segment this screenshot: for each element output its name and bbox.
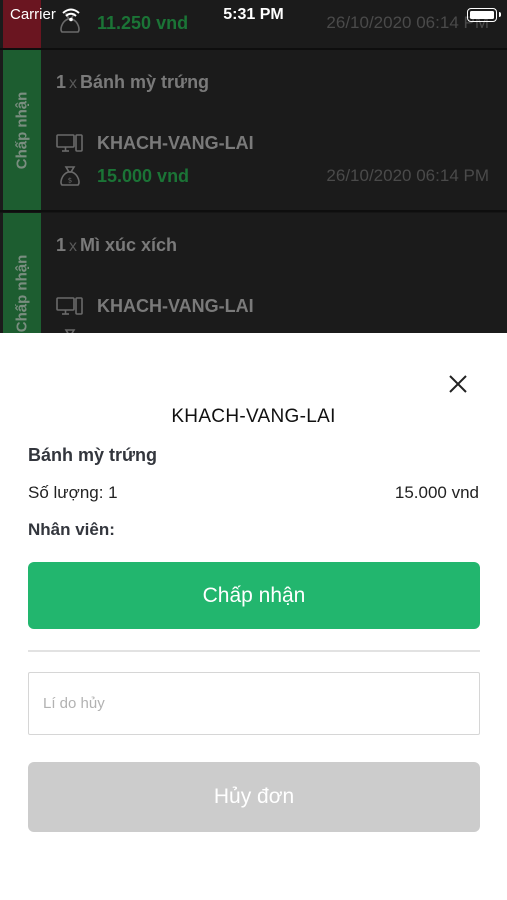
order-quantity: 1 bbox=[56, 235, 67, 255]
order-status-tag: Chấp nhận bbox=[3, 50, 41, 210]
computer-icon bbox=[56, 297, 83, 315]
order-item-line: 1 x Bánh mỳ trứng bbox=[56, 72, 209, 93]
svg-text:$: $ bbox=[68, 177, 72, 185]
order-item-name: Bánh mỳ trứng bbox=[80, 72, 210, 92]
price-value: 15.000 vnd bbox=[394, 483, 479, 502]
accept-button[interactable]: Chấp nhận bbox=[28, 562, 480, 629]
order-datetime: 26/10/2020 06:14 PM bbox=[326, 166, 489, 185]
order-list: 11.250 vnd 26/10/2020 06:14 PM Chấp nhận… bbox=[0, 0, 507, 333]
times-sign: x bbox=[69, 238, 78, 255]
staff-label: Nhân viên: bbox=[28, 520, 115, 539]
order-quantity: 1 bbox=[56, 72, 67, 92]
order-status-tag: Chấp nhận bbox=[3, 213, 41, 333]
customer-title: KHACH-VANG-LAI bbox=[171, 406, 336, 427]
computer-icon bbox=[56, 134, 83, 152]
cancel-reason-input[interactable] bbox=[28, 672, 480, 735]
order-item-name: Mì xúc xích bbox=[80, 235, 178, 255]
times-sign: x bbox=[69, 75, 78, 92]
order-item-line: 1 x Mì xúc xích bbox=[56, 235, 177, 256]
divider bbox=[28, 650, 480, 652]
quantity-label: Số lượng: 1 bbox=[28, 483, 118, 502]
battery-icon bbox=[467, 8, 501, 22]
close-icon[interactable] bbox=[444, 370, 472, 398]
cancel-order-button[interactable]: Hủy đơn bbox=[28, 762, 480, 832]
status-bar: Carrier 5:31 PM bbox=[0, 0, 507, 32]
order-customer: KHACH-VANG-LAI bbox=[97, 132, 254, 153]
order-price: 15.000 vnd bbox=[97, 165, 190, 186]
item-name: Bánh mỳ trứng bbox=[28, 445, 158, 465]
order-card[interactable]: Chấp nhận 1 x Mì xúc xích KHACH-VANG-LAI bbox=[0, 213, 507, 333]
order-detail-sheet: KHACH-VANG-LAI Bánh mỳ trứng Số lượng: 1… bbox=[0, 333, 507, 900]
order-customer: KHACH-VANG-LAI bbox=[97, 295, 254, 316]
clock: 5:31 PM bbox=[223, 6, 284, 23]
order-card[interactable]: Chấp nhận 1 x Bánh mỳ trứng KHACH-VANG-LAI… bbox=[0, 50, 507, 212]
money-bag-icon: $ bbox=[60, 166, 80, 186]
